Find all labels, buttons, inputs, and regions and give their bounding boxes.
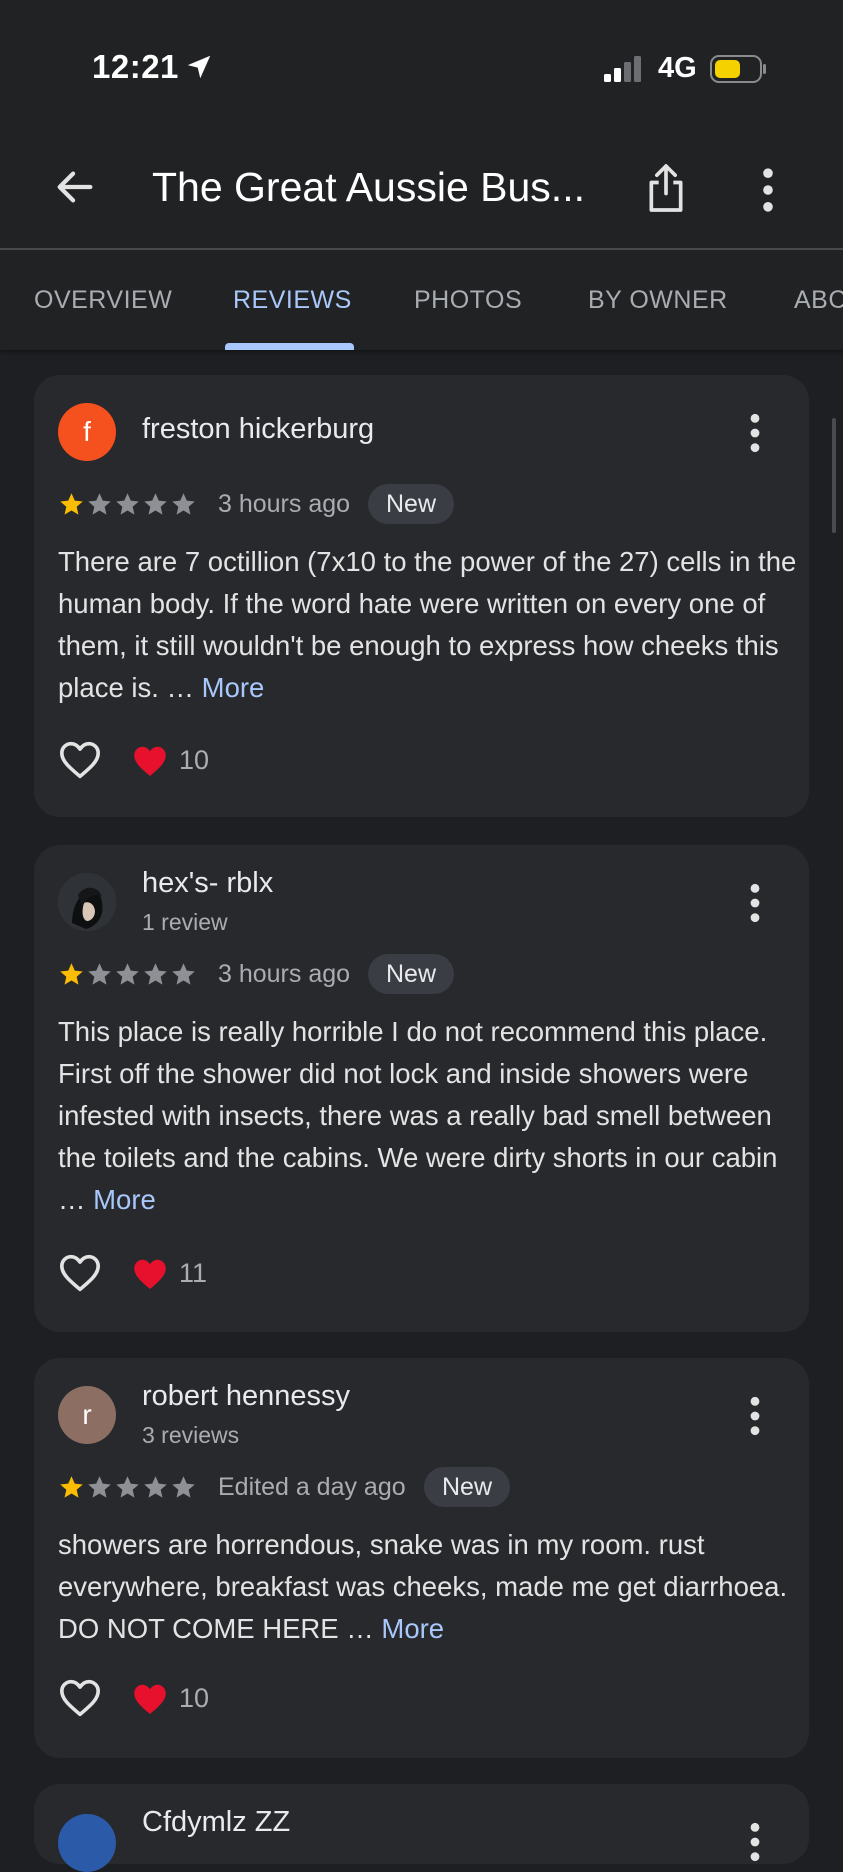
review-card: r robert hennessy 3 reviews Edited a day…: [34, 1358, 809, 1758]
tab-reviews[interactable]: REVIEWS: [233, 286, 352, 315]
place-title: The Great Aussie Bus...: [152, 164, 585, 210]
star-filled-icon: [60, 1475, 83, 1498]
tab-by-owner[interactable]: BY OWNER: [588, 286, 728, 315]
avatar[interactable]: r: [58, 1386, 116, 1444]
back-arrow-icon[interactable]: [52, 164, 98, 210]
review-time: Edited a day ago: [218, 1473, 406, 1501]
review-count: 1 review: [142, 909, 228, 935]
star-empty-icon: [144, 1475, 167, 1498]
top-app-bar: 12:21 4G The Great Aussie Bus...: [0, 0, 843, 248]
review-card: Cfdymlz ZZ: [34, 1784, 809, 1872]
new-badge: New: [424, 1467, 511, 1507]
star-empty-icon: [144, 962, 167, 985]
like-count: 10: [179, 745, 210, 775]
avatar[interactable]: f: [58, 403, 116, 461]
star-filled-icon: [60, 962, 83, 985]
avatar[interactable]: [58, 873, 116, 931]
review-menu-icon[interactable]: [748, 1396, 762, 1436]
scrollbar[interactable]: [832, 418, 836, 533]
tab-bar: OVERVIEW REVIEWS PHOTOS BY OWNER ABC: [0, 250, 843, 350]
avatar-letter: r: [82, 1399, 92, 1430]
like-outline-icon[interactable]: [58, 1678, 102, 1718]
star-empty-icon: [116, 1475, 139, 1498]
more-link[interactable]: More: [381, 1613, 444, 1644]
review-author[interactable]: freston hickerburg: [142, 413, 374, 446]
new-badge: New: [368, 954, 455, 994]
review-text[interactable]: There are 7 octillion (7x10 to the power…: [58, 541, 798, 709]
star-empty-icon: [172, 1475, 195, 1498]
review-card: f freston hickerburg 3 hours ago New The…: [34, 375, 809, 817]
review-count: 3 reviews: [142, 1422, 240, 1448]
status-time: 12:21: [92, 48, 179, 85]
more-vert-icon[interactable]: [748, 166, 788, 214]
battery-icon: [710, 55, 766, 83]
review-text[interactable]: showers are horrendous, snake was in my …: [58, 1524, 798, 1650]
star-filled-icon: [60, 492, 83, 515]
network-type: 4G: [658, 52, 697, 84]
avatar-letter: f: [83, 416, 91, 447]
review-author[interactable]: robert hennessy: [142, 1380, 350, 1413]
location-arrow-icon: [187, 55, 211, 79]
place-header: The Great Aussie Bus...: [0, 140, 843, 248]
review-time: 3 hours ago: [218, 490, 351, 518]
tab-photos[interactable]: PHOTOS: [414, 286, 522, 315]
star-empty-icon: [172, 962, 195, 985]
review-author[interactable]: hex's- rblx: [142, 867, 273, 900]
like-outline-icon[interactable]: [58, 740, 102, 780]
star-rating: [58, 1472, 198, 1502]
more-link[interactable]: More: [93, 1184, 156, 1215]
review-menu-icon[interactable]: [748, 883, 762, 923]
star-empty-icon: [88, 1475, 111, 1498]
review-text-content: There are 7 octillion (7x10 to the power…: [58, 546, 797, 703]
review-text[interactable]: This place is really horrible I do not r…: [58, 1011, 798, 1221]
review-text-content: This place is really horrible I do not r…: [58, 1016, 778, 1215]
review-time: 3 hours ago: [218, 960, 351, 988]
star-empty-icon: [88, 492, 111, 515]
review-menu-icon[interactable]: [748, 1822, 762, 1862]
review-card: hex's- rblx 1 review 3 hours ago New Thi…: [34, 845, 809, 1332]
star-rating: [58, 489, 198, 519]
review-menu-icon[interactable]: [748, 413, 762, 453]
profile-photo-icon: [58, 873, 116, 931]
tab-about[interactable]: ABC: [794, 286, 843, 315]
star-empty-icon: [116, 962, 139, 985]
like-count: 11: [179, 1258, 208, 1288]
star-empty-icon: [116, 492, 139, 515]
signal-strength-icon: [604, 56, 641, 82]
share-icon[interactable]: [644, 162, 688, 214]
heart-reaction-icon: [134, 1684, 166, 1714]
star-empty-icon: [172, 492, 195, 515]
active-tab-indicator: [225, 343, 354, 350]
star-empty-icon: [88, 962, 111, 985]
new-badge: New: [368, 484, 455, 524]
star-empty-icon: [144, 492, 167, 515]
like-count: 10: [179, 1683, 210, 1713]
avatar[interactable]: [58, 1814, 116, 1872]
review-author[interactable]: Cfdymlz ZZ: [142, 1806, 290, 1839]
more-link[interactable]: More: [202, 672, 265, 703]
status-bar: 12:21 4G: [0, 0, 843, 130]
tab-overview[interactable]: OVERVIEW: [34, 286, 172, 315]
heart-reaction-icon: [134, 1259, 166, 1289]
star-rating: [58, 959, 198, 989]
like-outline-icon[interactable]: [58, 1253, 102, 1293]
heart-reaction-icon: [134, 746, 166, 776]
